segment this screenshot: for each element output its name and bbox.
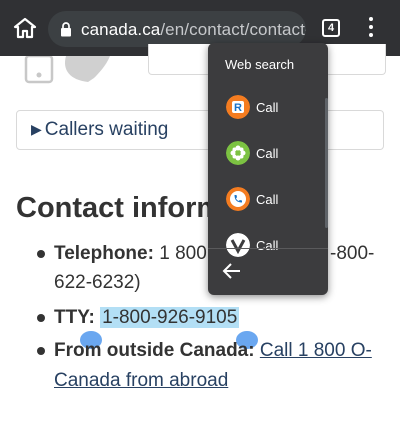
outside-canada-link-cont[interactable]: Canada from abroad <box>54 370 228 391</box>
phone-illustration <box>24 56 110 84</box>
list-bullet <box>37 347 45 355</box>
tabs-icon[interactable]: 4 <box>322 19 340 37</box>
url-text[interactable]: canada.ca/en/contact/contact- <box>81 20 306 40</box>
popup-divider <box>208 248 328 249</box>
outside-canada-label: From outside Canada: <box>54 340 255 361</box>
outside-canada-line: From outside Canada: Call 1 800 O- <box>54 338 372 364</box>
page-heading: Contact inform <box>16 192 223 224</box>
svg-text:R: R <box>234 102 242 114</box>
phone-app-icon <box>226 187 250 211</box>
telephone-label: Telephone: <box>54 243 154 264</box>
lock-icon <box>61 22 71 37</box>
outside-canada-link-line2: Canada from abroad <box>54 368 228 394</box>
call-label: Call <box>256 238 279 253</box>
url-domain: canada.ca <box>81 20 161 39</box>
caret-right-icon: ▶ <box>31 121 42 137</box>
popup-scrollbar[interactable] <box>325 98 328 228</box>
tty-label: TTY: <box>54 307 95 328</box>
telephone-line: Telephone: 1 800 <box>54 241 207 267</box>
list-bullet <box>37 250 45 258</box>
call-label: Call <box>256 192 279 207</box>
tty-line: TTY: 1-800-926-9105 <box>54 305 240 331</box>
text-selection-popup: Web search R Call Call Call Call <box>208 43 328 295</box>
v-app-icon <box>226 233 250 257</box>
callers-waiting-label: Callers waiting <box>44 119 169 140</box>
call-item-2[interactable]: Call <box>226 141 326 169</box>
back-arrow-icon[interactable] <box>222 262 242 280</box>
flower-app-icon <box>226 141 250 165</box>
call-label: Call <box>256 100 279 115</box>
callers-waiting-toggle[interactable]: ▶ Callers waiting <box>31 119 168 141</box>
callers-waiting-details[interactable]: ▶ Callers waiting <box>16 110 384 150</box>
call-item-4[interactable]: Call <box>226 233 326 261</box>
call-label: Call <box>256 146 279 161</box>
outside-canada-link[interactable]: Call 1 800 O- <box>260 340 372 361</box>
url-path: /en/contact/contact- <box>160 20 306 39</box>
more-vert-icon[interactable] <box>368 17 374 39</box>
telephone-value-tail: -800- <box>330 243 375 264</box>
call-item-3[interactable]: Call <box>226 187 326 215</box>
r-app-icon: R <box>226 95 250 119</box>
web-search-item[interactable]: Web search <box>225 57 294 72</box>
tty-number-selected[interactable]: 1-800-926-9105 <box>100 307 240 328</box>
telephone-value: 1 800 <box>159 243 207 264</box>
address-bar[interactable]: canada.ca/en/contact/contact- <box>48 11 306 47</box>
call-item-1[interactable]: R Call <box>226 95 326 123</box>
list-bullet <box>37 314 45 322</box>
telephone-value-line2: 622-6232) <box>54 272 141 293</box>
home-icon[interactable] <box>12 16 38 40</box>
